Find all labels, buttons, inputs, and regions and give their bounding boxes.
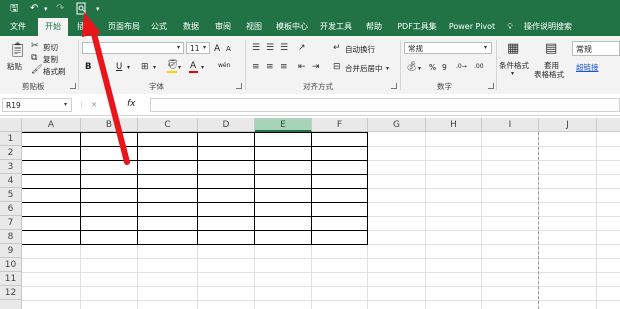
annotation-arrow (82, 12, 130, 165)
